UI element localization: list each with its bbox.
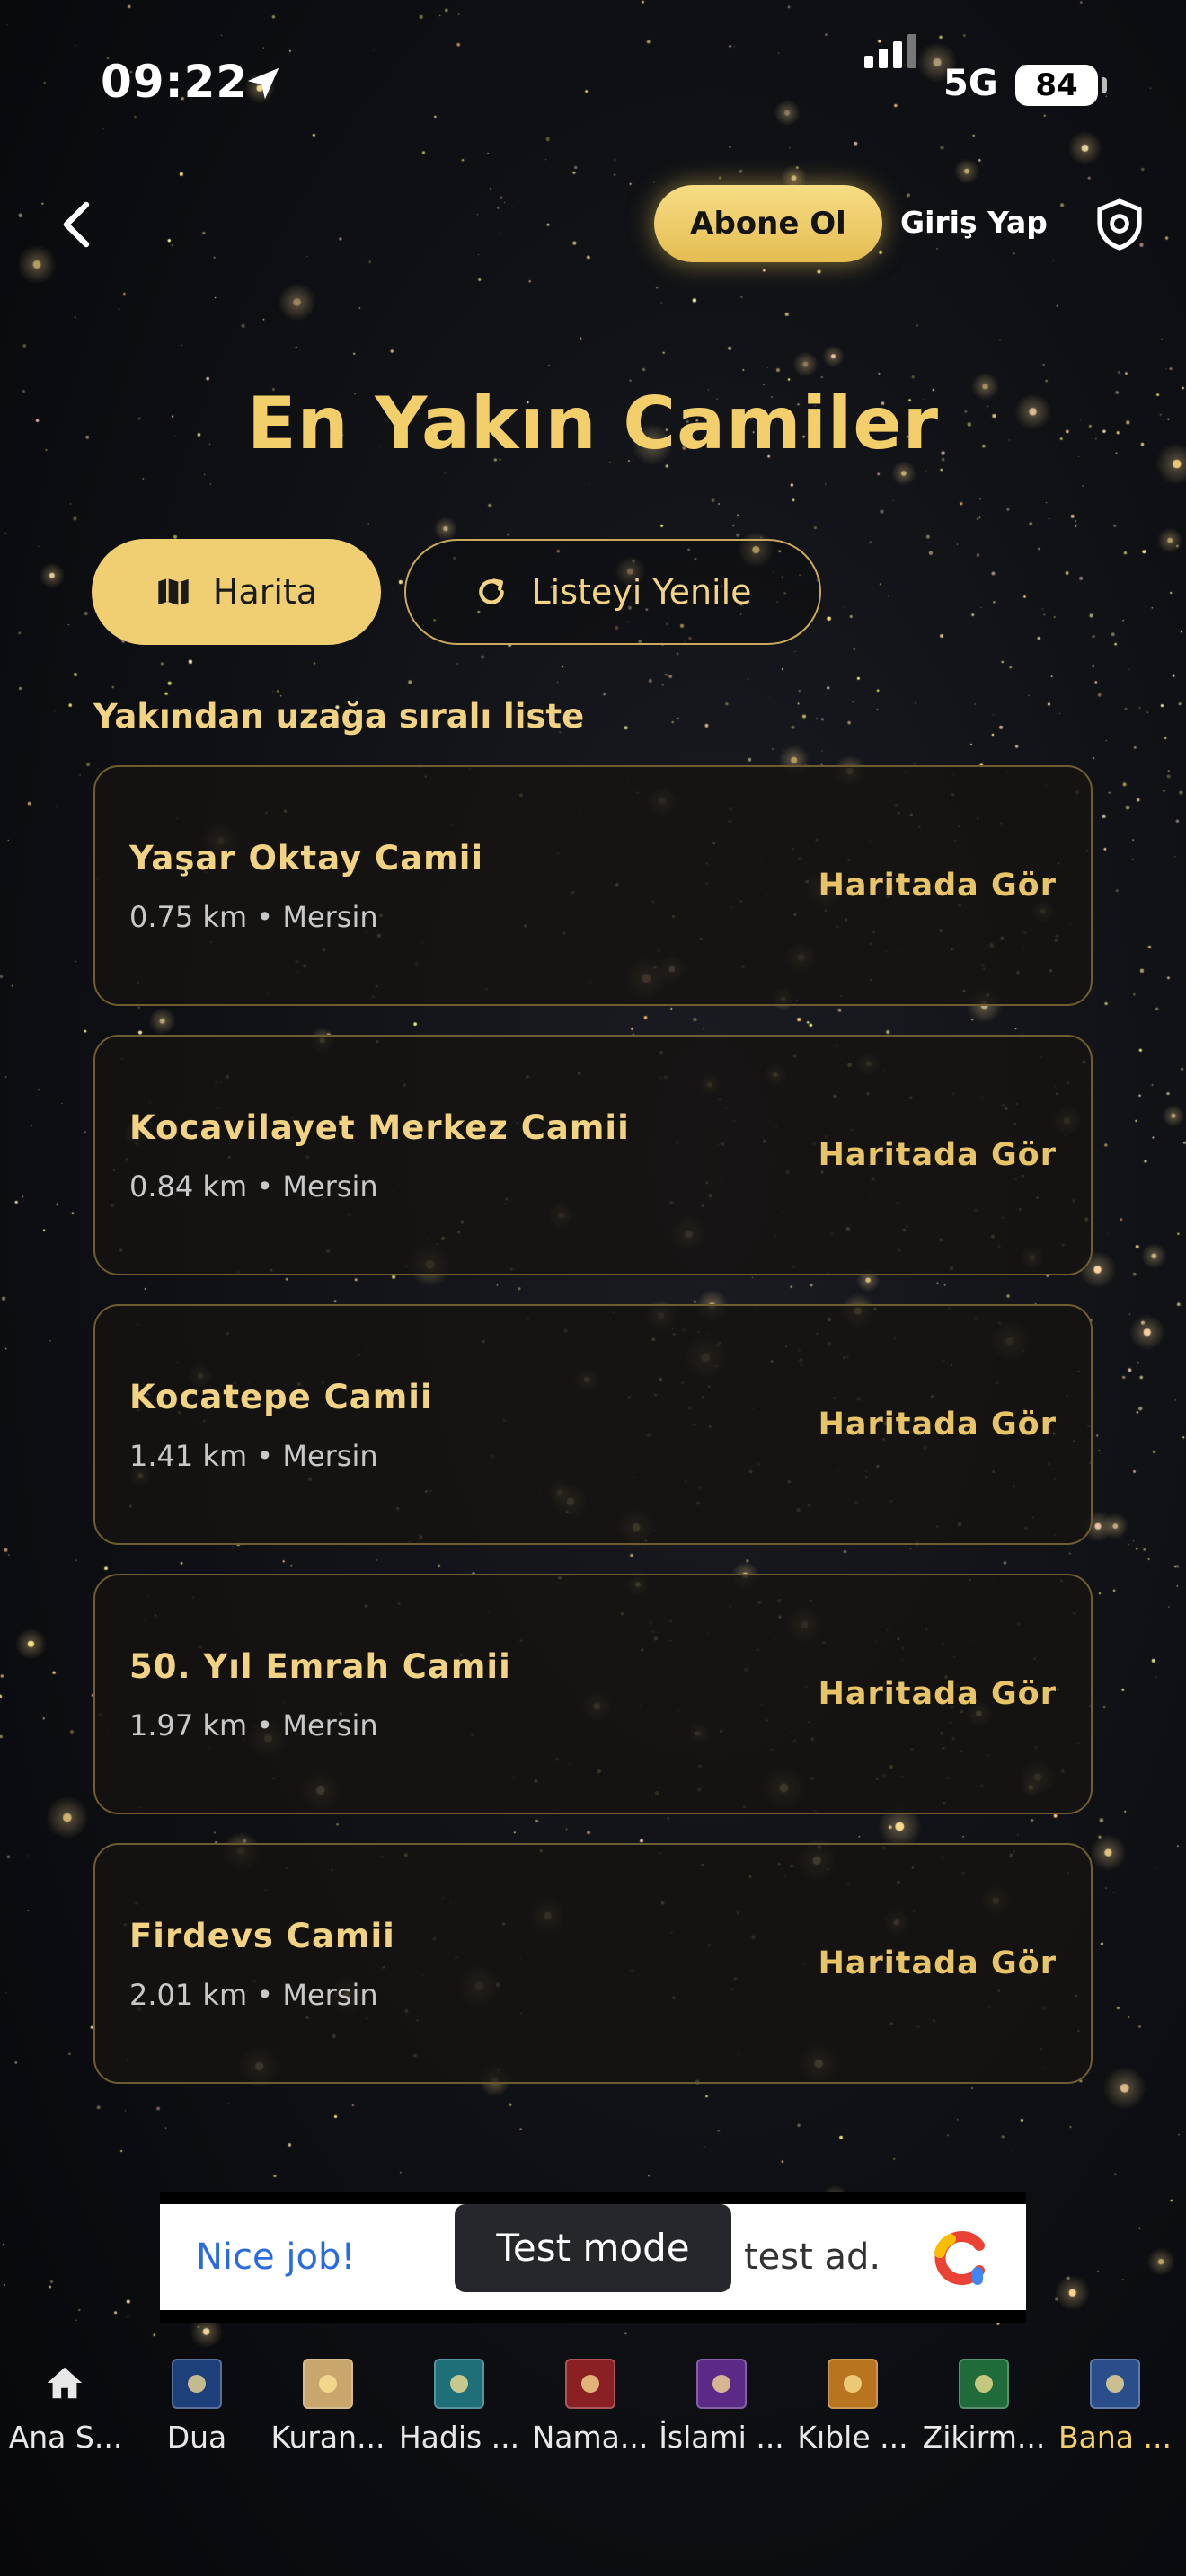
mosque-distance: 1.97 km bbox=[129, 1708, 248, 1742]
subscribe-button[interactable]: Abone Ol bbox=[654, 185, 882, 262]
bottom-tab-bar: Ana S... Dua Kuran... Hadis ... Nama... … bbox=[0, 2346, 1186, 2576]
battery-tip bbox=[1102, 77, 1107, 93]
test-mode-toast: Test mode bbox=[455, 2204, 731, 2292]
tab-islamic[interactable]: İslami ... bbox=[656, 2346, 787, 2481]
mosque-city: Mersin bbox=[282, 1708, 378, 1742]
mosque-card[interactable]: Firdevs Camii 2.01 km • Mersin Haritada … bbox=[93, 1843, 1093, 2084]
tab-label: İslami ... bbox=[659, 2420, 784, 2455]
status-time: 09:22 bbox=[101, 56, 249, 108]
show-on-map-button[interactable]: Haritada Gör bbox=[819, 1676, 1057, 1712]
tab-label: Bana ... bbox=[1058, 2420, 1172, 2455]
mosque-name: Kocatepe Camii bbox=[129, 1378, 433, 1416]
mosque-city: Mersin bbox=[282, 1978, 378, 2012]
show-on-map-button[interactable]: Haritada Gör bbox=[819, 868, 1057, 904]
tab-quran[interactable]: Kuran... bbox=[262, 2346, 394, 2481]
ad-subtext: test ad. bbox=[744, 2236, 881, 2278]
mosque-meta: 1.97 km • Mersin bbox=[129, 1708, 378, 1742]
tab-zikr[interactable]: Zikirm... bbox=[918, 2346, 1049, 2481]
prayer-icon bbox=[565, 2359, 615, 2409]
refresh-list-button[interactable]: Listeyi Yenile bbox=[404, 539, 821, 645]
location-arrow-icon bbox=[247, 67, 279, 100]
mosque-card[interactable]: 50. Yıl Emrah Camii 1.97 km • Mersin Har… bbox=[93, 1574, 1093, 1814]
mosque-meta: 2.01 km • Mersin bbox=[129, 1978, 378, 2012]
tab-label: Kıble ... bbox=[797, 2420, 908, 2455]
hadith-icon bbox=[434, 2359, 484, 2409]
tab-label: Dua bbox=[166, 2420, 227, 2455]
network-type: 5G bbox=[943, 63, 998, 104]
mosque-card[interactable]: Kocavilayet Merkez Camii 0.84 km • Mersi… bbox=[93, 1035, 1093, 1275]
mosque-city: Mersin bbox=[282, 1439, 378, 1473]
refresh-button-label: Listeyi Yenile bbox=[531, 572, 752, 612]
qibla-icon bbox=[828, 2359, 878, 2409]
tab-dua[interactable]: Dua bbox=[131, 2346, 262, 2481]
map-button-label: Harita bbox=[212, 572, 318, 612]
mosque-card[interactable]: Yaşar Oktay Camii 0.75 km • Mersin Harit… bbox=[93, 765, 1093, 1006]
mosque-name: 50. Yıl Emrah Camii bbox=[129, 1647, 511, 1686]
islamic-icon bbox=[696, 2359, 747, 2409]
show-on-map-button[interactable]: Haritada Gör bbox=[819, 1945, 1057, 1981]
tab-label: Ana S... bbox=[8, 2420, 123, 2455]
map-button[interactable]: Harita bbox=[92, 539, 381, 645]
tab-bana[interactable]: Bana ... bbox=[1049, 2346, 1181, 2481]
mosque-city: Mersin bbox=[282, 900, 378, 934]
mosque-distance: 2.01 km bbox=[129, 1978, 248, 2012]
mosque-meta: 0.75 km • Mersin bbox=[129, 900, 378, 934]
mosque-distance: 0.84 km bbox=[129, 1169, 248, 1204]
refresh-icon bbox=[479, 578, 505, 604]
mosque-city: Mersin bbox=[282, 1169, 378, 1204]
ad-headline: Nice job! bbox=[196, 2236, 356, 2278]
login-button[interactable]: Giriş Yap bbox=[900, 205, 1048, 240]
mosque-name: Yaşar Oktay Camii bbox=[129, 839, 484, 878]
ad-network-icon bbox=[934, 2231, 985, 2285]
tab-label: Nama... bbox=[532, 2420, 649, 2455]
home-icon bbox=[47, 2367, 83, 2399]
show-on-map-button[interactable]: Haritada Gör bbox=[819, 1407, 1057, 1442]
tab-label: Kuran... bbox=[270, 2420, 385, 2455]
shield-icon[interactable] bbox=[1094, 198, 1145, 251]
page-title: En Yakın Camiler bbox=[246, 382, 940, 465]
mosque-distance: 0.75 km bbox=[129, 900, 248, 934]
tab-home[interactable]: Ana S... bbox=[0, 2346, 131, 2481]
battery-indicator: 84 bbox=[1015, 65, 1098, 106]
quran-icon bbox=[303, 2359, 353, 2409]
mosque-distance: 1.41 km bbox=[129, 1439, 248, 1473]
tab-prayer[interactable]: Nama... bbox=[525, 2346, 656, 2481]
tab-label: Hadis ... bbox=[398, 2420, 520, 2455]
list-caption: Yakından uzağa sıralı liste bbox=[93, 697, 585, 736]
mosque-name: Firdevs Camii bbox=[129, 1917, 395, 1955]
mosque-card[interactable]: Kocatepe Camii 1.41 km • Mersin Haritada… bbox=[93, 1304, 1093, 1545]
dua-icon bbox=[172, 2359, 222, 2409]
tab-label: Zikirm... bbox=[922, 2420, 1046, 2455]
mosque-meta: 0.84 km • Mersin bbox=[129, 1169, 378, 1204]
bana-icon bbox=[1090, 2359, 1140, 2409]
map-icon bbox=[158, 578, 189, 605]
show-on-map-button[interactable]: Haritada Gör bbox=[819, 1137, 1057, 1173]
back-chevron-icon[interactable] bbox=[56, 199, 99, 250]
zikr-icon bbox=[959, 2359, 1009, 2409]
mosque-meta: 1.41 km • Mersin bbox=[129, 1439, 378, 1473]
tab-hadith[interactable]: Hadis ... bbox=[394, 2346, 525, 2481]
mosque-name: Kocavilayet Merkez Camii bbox=[129, 1108, 630, 1147]
tab-qibla[interactable]: Kıble ... bbox=[787, 2346, 918, 2481]
